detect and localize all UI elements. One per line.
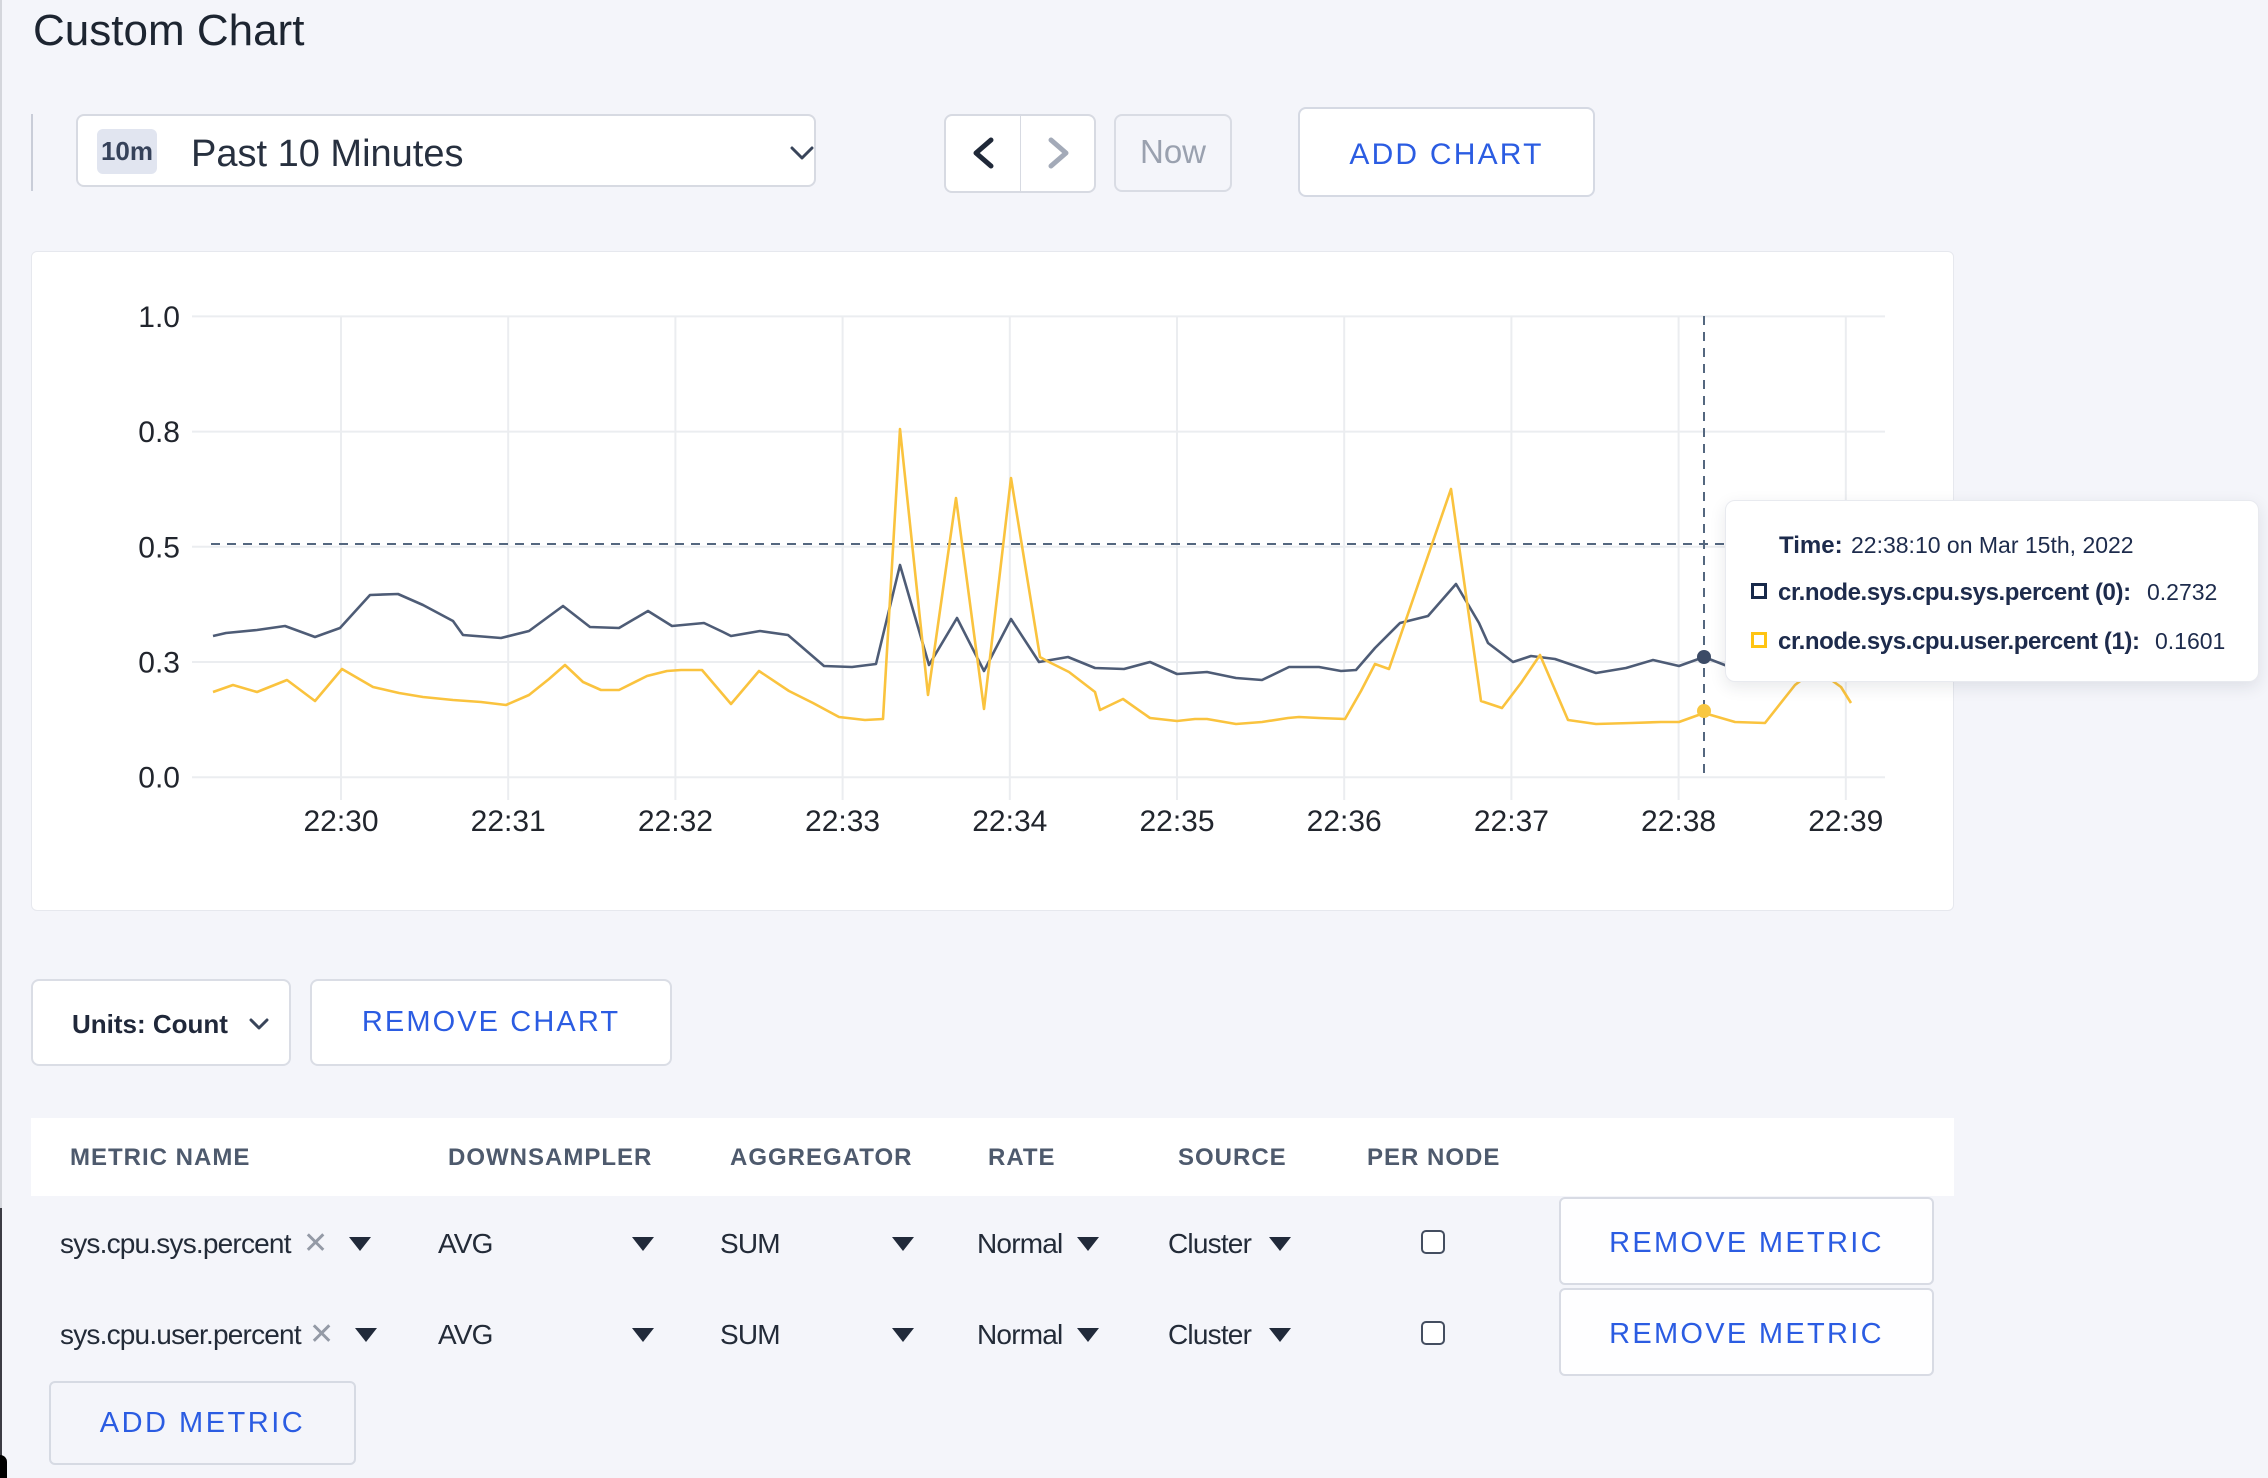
svg-text:0.0: 0.0 [138,762,180,795]
svg-text:22:30: 22:30 [303,805,378,838]
svg-text:0.3: 0.3 [138,647,180,680]
svg-text:22:33: 22:33 [805,805,880,838]
svg-text:0.8: 0.8 [138,416,180,449]
svg-text:0.5: 0.5 [138,531,180,564]
svg-text:22:37: 22:37 [1474,805,1549,838]
svg-text:22:35: 22:35 [1139,805,1214,838]
svg-text:22:32: 22:32 [638,805,713,838]
svg-text:22:36: 22:36 [1307,805,1382,838]
svg-text:22:38: 22:38 [1641,805,1716,838]
svg-text:22:34: 22:34 [972,805,1047,838]
svg-text:22:39: 22:39 [1808,805,1883,838]
svg-text:1.0: 1.0 [138,301,180,334]
svg-text:22:31: 22:31 [471,805,546,838]
